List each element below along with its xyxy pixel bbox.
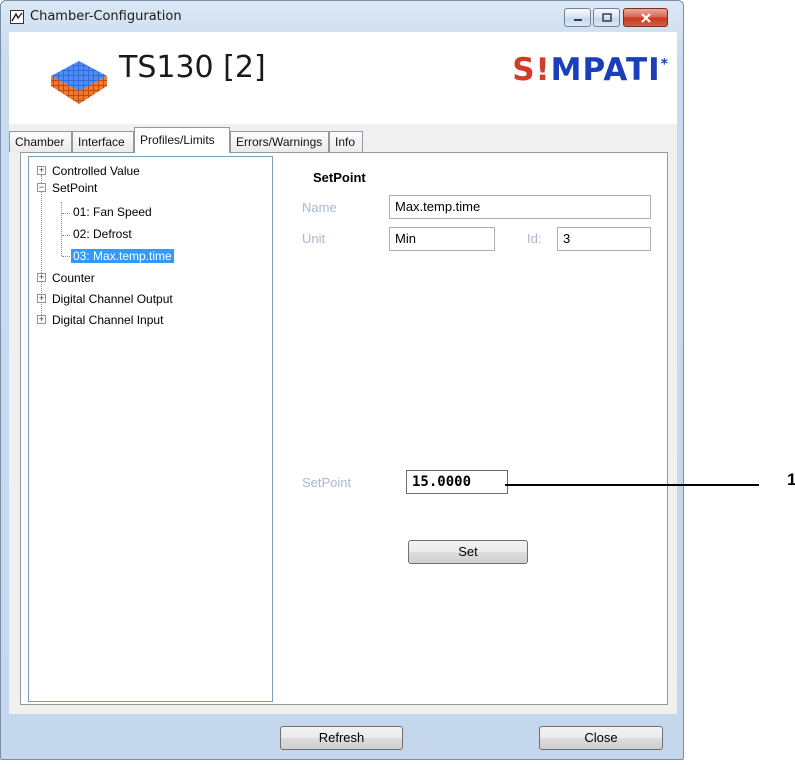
id-field[interactable]: 3	[557, 227, 651, 251]
name-label: Name	[302, 200, 337, 215]
set-button[interactable]: Set	[408, 540, 528, 564]
close-icon	[624, 9, 667, 26]
chamber-logo-icon	[49, 56, 109, 109]
minimize-icon	[565, 9, 590, 26]
tree-item-fan-speed[interactable]: 01: Fan Speed	[73, 203, 152, 221]
expand-icon[interactable]: +	[37, 294, 46, 303]
tab-chamber[interactable]: Chamber	[9, 131, 72, 152]
window-title: Chamber-Configuration	[30, 9, 182, 24]
name-field[interactable]: Max.temp.time	[389, 195, 651, 219]
header-banner: TS130 [2] S!MPATI*	[9, 32, 677, 124]
setpoint-value-field[interactable]: 15.0000	[406, 470, 508, 494]
refresh-button[interactable]: Refresh	[280, 726, 403, 750]
maximize-icon	[594, 9, 619, 26]
simpati-logo: S!MPATI*	[512, 52, 669, 88]
tree-connector	[62, 256, 70, 257]
tree-connector	[62, 235, 70, 236]
tree-connector	[61, 202, 62, 256]
callout-line	[505, 484, 759, 486]
tab-info[interactable]: Info	[329, 131, 363, 152]
close-window-button[interactable]	[623, 8, 668, 27]
collapse-icon[interactable]: −	[37, 183, 46, 192]
tree-item-max-temp-time[interactable]: 03: Max.temp.time	[71, 247, 174, 265]
maximize-button[interactable]	[593, 8, 620, 27]
close-button[interactable]: Close	[539, 726, 663, 750]
expand-icon[interactable]: +	[37, 315, 46, 324]
callout-number: 1	[787, 470, 795, 489]
device-name: TS130 [2]	[119, 50, 266, 85]
title-bar[interactable]: Chamber-Configuration	[1, 1, 683, 31]
tab-profiles-limits[interactable]: Profiles/Limits	[134, 127, 230, 153]
section-title: SetPoint	[313, 170, 366, 185]
tab-interface[interactable]: Interface	[72, 131, 134, 152]
setpoint-label: SetPoint	[302, 475, 352, 490]
expand-icon[interactable]: +	[37, 273, 46, 282]
unit-field[interactable]: Min	[389, 227, 495, 251]
minimize-button[interactable]	[564, 8, 591, 27]
tree-item-defrost[interactable]: 02: Defrost	[73, 225, 132, 243]
expand-icon[interactable]: +	[37, 166, 46, 175]
tab-errors-warnings[interactable]: Errors/Warnings	[230, 131, 329, 152]
tree-connector	[62, 213, 70, 214]
id-label: Id:	[527, 231, 542, 246]
unit-label: Unit	[302, 231, 326, 246]
profile-tree[interactable]: + Controlled Value − SetPoint 01: Fan Sp…	[28, 156, 273, 702]
app-icon	[10, 10, 24, 24]
